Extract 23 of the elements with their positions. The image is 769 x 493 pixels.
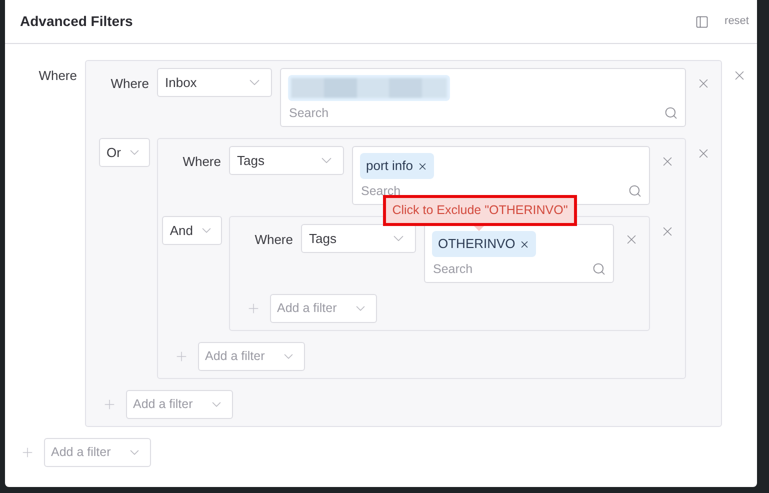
field-select[interactable]: Inbox [157,68,272,97]
dialog-title: Advanced Filters [20,12,133,31]
search-icon [664,106,678,120]
where-label: Where [182,153,221,171]
tooltip: Click to Exclude "OTHERINVO" [383,195,577,226]
field-select[interactable]: Tags [229,146,344,175]
search-placeholder: Search [433,261,473,278]
tag-search-field[interactable]: OTHERINVO Search [424,224,614,283]
sidebar-toggle-icon[interactable] [694,14,709,28]
remove-icon[interactable] [416,160,428,172]
where-label: Where [254,231,293,249]
where-label: Where [110,75,149,93]
connector-select[interactable]: Or [98,138,150,167]
tag-chip[interactable]: port info [360,153,434,179]
search-icon [592,262,606,276]
tag-chip[interactable]: OTHERINVO [432,231,536,257]
tooltip-arrow-icon [474,226,484,231]
search-icon [628,184,642,198]
connector-select[interactable]: And [162,216,222,245]
remove-icon[interactable] [519,238,530,250]
search-placeholder: Search [289,105,329,122]
field-select[interactable]: Tags [301,224,416,253]
where-label: Where [38,67,77,85]
